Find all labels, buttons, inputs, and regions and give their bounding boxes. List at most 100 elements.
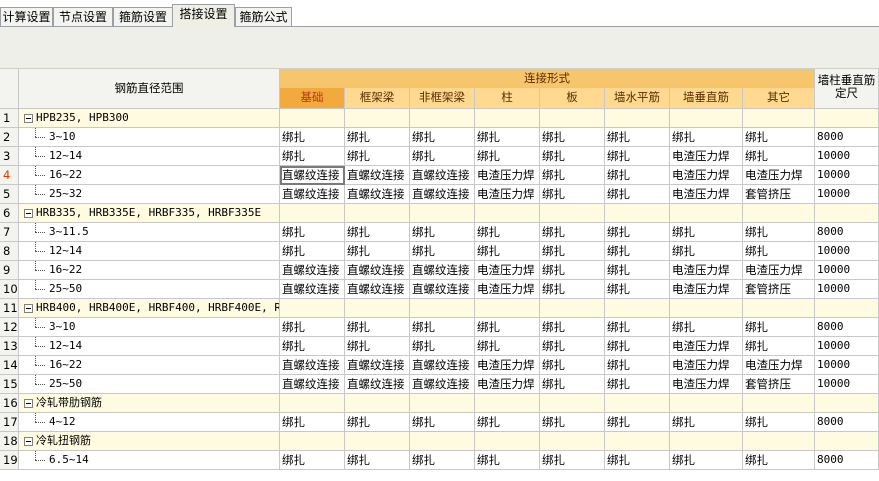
connection-cell[interactable]: 绑扎 <box>475 413 540 432</box>
connection-cell[interactable] <box>345 299 410 318</box>
length-cell[interactable] <box>815 204 879 223</box>
connection-cell[interactable] <box>540 394 605 413</box>
connection-cell[interactable] <box>670 109 743 128</box>
connection-cell[interactable]: 绑扎 <box>475 318 540 337</box>
connection-cell[interactable]: 绑扎 <box>540 337 605 356</box>
connection-cell[interactable]: 绑扎 <box>605 451 670 470</box>
length-cell[interactable]: 8000 <box>815 128 879 147</box>
connection-cell[interactable]: 直螺纹连接 <box>345 185 410 204</box>
connection-cell[interactable] <box>410 204 475 223</box>
connection-cell[interactable]: 电渣压力焊 <box>475 375 540 394</box>
connection-cell[interactable]: 绑扎 <box>743 318 815 337</box>
length-cell[interactable]: 10000 <box>815 356 879 375</box>
connection-cell[interactable]: 套管挤压 <box>743 185 815 204</box>
collapse-icon[interactable] <box>24 303 33 313</box>
connection-cell[interactable] <box>410 394 475 413</box>
connection-cell[interactable] <box>345 432 410 451</box>
connection-cell[interactable]: 绑扎 <box>540 128 605 147</box>
connection-cell[interactable]: 绑扎 <box>540 413 605 432</box>
connection-cell[interactable]: 直螺纹连接 <box>410 356 475 375</box>
connection-cell[interactable] <box>605 394 670 413</box>
connection-cell[interactable]: 绑扎 <box>605 185 670 204</box>
connection-cell[interactable]: 绑扎 <box>670 128 743 147</box>
connection-cell[interactable] <box>670 432 743 451</box>
connection-cell[interactable] <box>605 109 670 128</box>
connection-cell[interactable] <box>475 299 540 318</box>
connection-cell[interactable]: 绑扎 <box>743 147 815 166</box>
connection-cell[interactable] <box>540 432 605 451</box>
tab-node-settings[interactable]: 节点设置 <box>53 7 113 26</box>
connection-cell[interactable]: 绑扎 <box>410 337 475 356</box>
connection-cell[interactable]: 直螺纹连接 <box>280 166 345 185</box>
length-cell[interactable]: 10000 <box>815 337 879 356</box>
connection-cell[interactable]: 绑扎 <box>280 318 345 337</box>
connection-cell[interactable]: 电渣压力焊 <box>670 337 743 356</box>
connection-cell[interactable]: 直螺纹连接 <box>410 280 475 299</box>
connection-cell[interactable] <box>670 204 743 223</box>
connection-cell[interactable] <box>280 109 345 128</box>
connection-cell[interactable]: 绑扎 <box>743 451 815 470</box>
connection-cell[interactable]: 绑扎 <box>540 318 605 337</box>
connection-cell[interactable]: 直螺纹连接 <box>280 185 345 204</box>
connection-cell[interactable] <box>743 204 815 223</box>
collapse-icon[interactable] <box>24 208 33 218</box>
connection-cell[interactable]: 绑扎 <box>540 451 605 470</box>
connection-cell[interactable]: 绑扎 <box>743 413 815 432</box>
connection-cell[interactable]: 绑扎 <box>670 413 743 432</box>
connection-cell[interactable] <box>475 204 540 223</box>
connection-cell[interactable]: 绑扎 <box>670 223 743 242</box>
connection-cell[interactable]: 绑扎 <box>540 242 605 261</box>
connection-cell[interactable]: 绑扎 <box>475 337 540 356</box>
length-cell[interactable]: 10000 <box>815 166 879 185</box>
connection-cell[interactable]: 直螺纹连接 <box>345 356 410 375</box>
connection-cell[interactable]: 绑扎 <box>670 318 743 337</box>
connection-cell[interactable]: 套管挤压 <box>743 375 815 394</box>
connection-cell[interactable] <box>410 109 475 128</box>
connection-cell[interactable]: 电渣压力焊 <box>670 375 743 394</box>
connection-cell[interactable]: 绑扎 <box>475 242 540 261</box>
connection-cell[interactable]: 绑扎 <box>280 337 345 356</box>
connection-cell[interactable]: 绑扎 <box>540 166 605 185</box>
connection-cell[interactable]: 绑扎 <box>605 375 670 394</box>
length-cell[interactable] <box>815 109 879 128</box>
connection-cell[interactable]: 绑扎 <box>410 223 475 242</box>
connection-cell[interactable]: 直螺纹连接 <box>345 261 410 280</box>
connection-cell[interactable]: 绑扎 <box>410 128 475 147</box>
connection-cell[interactable]: 直螺纹连接 <box>280 261 345 280</box>
connection-cell[interactable]: 绑扎 <box>605 242 670 261</box>
connection-cell[interactable]: 绑扎 <box>475 223 540 242</box>
connection-cell[interactable] <box>345 109 410 128</box>
connection-cell[interactable]: 绑扎 <box>540 261 605 280</box>
connection-cell[interactable]: 绑扎 <box>605 337 670 356</box>
connection-cell[interactable]: 绑扎 <box>345 223 410 242</box>
connection-cell[interactable]: 电渣压力焊 <box>670 185 743 204</box>
connection-cell[interactable]: 绑扎 <box>670 242 743 261</box>
connection-cell[interactable] <box>670 299 743 318</box>
connection-cell[interactable]: 绑扎 <box>345 337 410 356</box>
connection-cell[interactable]: 绑扎 <box>345 147 410 166</box>
connection-cell[interactable]: 绑扎 <box>475 451 540 470</box>
connection-cell[interactable]: 绑扎 <box>280 413 345 432</box>
connection-cell[interactable]: 绑扎 <box>410 147 475 166</box>
connection-cell[interactable] <box>605 204 670 223</box>
connection-cell[interactable]: 绑扎 <box>280 147 345 166</box>
connection-cell[interactable]: 绑扎 <box>540 147 605 166</box>
length-cell[interactable]: 8000 <box>815 451 879 470</box>
connection-cell[interactable]: 绑扎 <box>410 451 475 470</box>
tab-lap-settings[interactable]: 搭接设置 <box>172 4 235 27</box>
connection-cell[interactable]: 电渣压力焊 <box>475 356 540 375</box>
length-cell[interactable]: 8000 <box>815 223 879 242</box>
connection-cell[interactable] <box>743 432 815 451</box>
length-cell[interactable] <box>815 432 879 451</box>
connection-cell[interactable]: 绑扎 <box>605 147 670 166</box>
connection-cell[interactable] <box>743 299 815 318</box>
connection-cell[interactable]: 绑扎 <box>743 337 815 356</box>
connection-cell[interactable] <box>345 394 410 413</box>
connection-cell[interactable]: 绑扎 <box>605 318 670 337</box>
connection-cell[interactable] <box>280 432 345 451</box>
connection-cell[interactable]: 绑扎 <box>345 451 410 470</box>
connection-cell[interactable] <box>540 109 605 128</box>
connection-cell[interactable]: 直螺纹连接 <box>280 375 345 394</box>
connection-cell[interactable]: 套管挤压 <box>743 280 815 299</box>
connection-cell[interactable]: 电渣压力焊 <box>670 147 743 166</box>
